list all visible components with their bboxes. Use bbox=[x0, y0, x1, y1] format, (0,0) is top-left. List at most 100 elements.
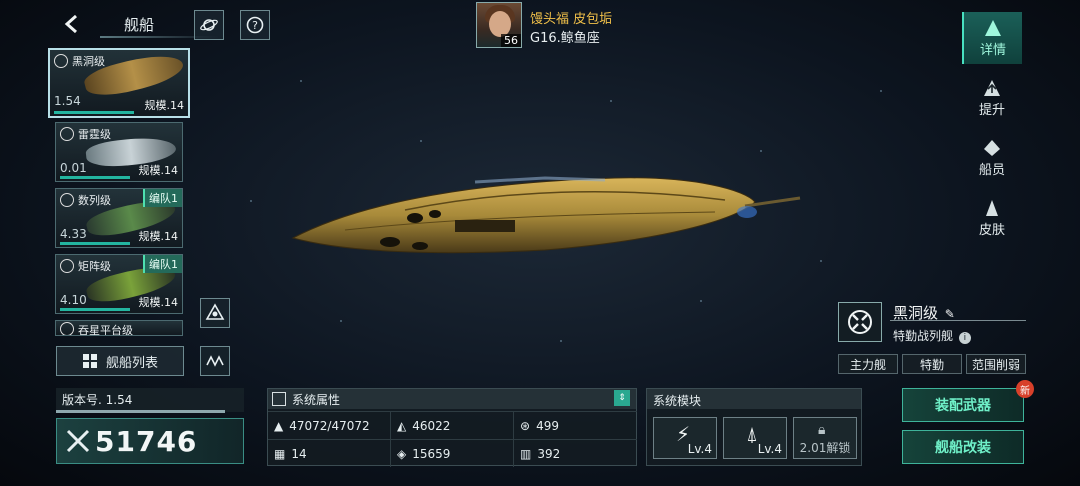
back-arrow-icon bbox=[64, 14, 77, 34]
attr-value: 392 bbox=[537, 446, 561, 461]
expand-toggle-icon[interactable]: ⇕ bbox=[614, 390, 630, 406]
ship-card-scale: 规模.14 bbox=[138, 296, 179, 309]
ship-card-scale: 规模.14 bbox=[138, 164, 179, 177]
module-level: Lv.4 bbox=[687, 442, 712, 456]
combat-power: 51746 bbox=[56, 418, 244, 464]
checker-icon: ▦ bbox=[274, 446, 286, 461]
tab-crew[interactable]: 船员 bbox=[962, 132, 1022, 184]
ship-type-icon bbox=[60, 193, 74, 207]
ship-card-name: 黑洞级 bbox=[72, 55, 105, 68]
tab-details[interactable]: 详情 bbox=[962, 12, 1022, 64]
ship-emblem bbox=[838, 302, 882, 342]
cargo-icon: ▥ bbox=[520, 446, 532, 461]
attr-value: 47072/47072 bbox=[289, 418, 370, 433]
ship-card-scale: 规模.14 bbox=[144, 99, 185, 112]
version-progress bbox=[56, 410, 225, 413]
tab-upgrade[interactable]: 提升 bbox=[962, 72, 1022, 124]
energy-icon: ◈ bbox=[397, 446, 407, 461]
tab-label: 皮肤 bbox=[978, 222, 1005, 238]
ship-type-icon bbox=[60, 127, 74, 141]
ship-modify-button[interactable]: 舰船改装 bbox=[902, 430, 1024, 464]
ship-card-bar bbox=[54, 111, 134, 114]
galaxy-button[interactable] bbox=[194, 10, 224, 40]
modules-panel: 系统模块 ⚡ Lv.4 ⍋ Lv.4 🔒︎ 2.01解锁 bbox=[646, 388, 862, 466]
ship-card-starswallow[interactable]: 吞星平台级 bbox=[55, 320, 183, 336]
attr-speed: ▦ 14 bbox=[268, 439, 391, 467]
crossed-swords-icon bbox=[66, 429, 90, 453]
ship-card-value: 4.10 bbox=[60, 293, 87, 307]
module-slot-2[interactable]: ⍋ Lv.4 bbox=[723, 417, 787, 459]
ship-type-icon bbox=[60, 259, 74, 273]
armor-icon: ◭ bbox=[397, 418, 407, 433]
missile-module-icon: ⍋ bbox=[746, 422, 758, 446]
ship-card-matrix[interactable]: 矩阵级 编队1 4.10 规模.14 bbox=[55, 254, 183, 314]
ship-card-bar bbox=[60, 242, 130, 245]
module-slot-3[interactable]: 🔒︎ 2.01解锁 bbox=[793, 417, 857, 459]
grid-icon bbox=[82, 354, 97, 368]
attributes-header: 系统属性 ⇕ bbox=[268, 389, 636, 409]
commander-level: 56 bbox=[501, 34, 521, 47]
fleet-list-button[interactable]: 舰船列表 bbox=[56, 346, 184, 376]
ship-card-value: 1.54 bbox=[54, 94, 81, 108]
attr-armor: ◭ 46022 bbox=[391, 411, 514, 439]
page-title: 舰船 bbox=[124, 16, 155, 34]
lock-icon: 🔒︎ bbox=[818, 422, 826, 438]
attributes-panel: 系统属性 ⇕ ▲ 47072/47072 ◭ 46022 ⊛ 499 ▦ 14 ◈ 156… bbox=[267, 388, 637, 467]
ship-model[interactable] bbox=[285, 160, 805, 260]
ship-card-bar bbox=[60, 176, 130, 179]
attr-hp: ▲ 47072/47072 bbox=[268, 411, 391, 439]
svg-text:?: ? bbox=[252, 19, 258, 32]
attr-value: 14 bbox=[291, 446, 307, 461]
combat-power-value: 51746 bbox=[95, 424, 198, 458]
shield-icon: ⊛ bbox=[520, 418, 531, 433]
ship-card-name: 矩阵级 bbox=[78, 260, 111, 273]
module-slot-1[interactable]: ⚡ Lv.4 bbox=[653, 417, 717, 459]
crosshair-icon bbox=[848, 310, 872, 334]
ship-name-divider bbox=[890, 320, 1026, 321]
formation-button[interactable] bbox=[200, 298, 230, 328]
back-button[interactable] bbox=[52, 8, 92, 40]
team-badge: 编队1 bbox=[143, 255, 182, 273]
upgrade-icon bbox=[984, 79, 1000, 96]
module-unlock-text: 2.01解锁 bbox=[799, 441, 851, 455]
ship-tag: 范围削弱 bbox=[966, 354, 1026, 374]
planet-icon bbox=[200, 19, 218, 31]
ship-card-bar bbox=[60, 308, 130, 311]
ship-type-icon bbox=[60, 322, 74, 335]
ship-card-value: 0.01 bbox=[60, 161, 87, 175]
tab-label: 提升 bbox=[978, 102, 1005, 118]
crew-icon bbox=[984, 139, 1000, 156]
ship-card-value: 4.33 bbox=[60, 227, 87, 241]
question-icon: ? bbox=[246, 16, 264, 34]
attr-value: 46022 bbox=[412, 418, 451, 433]
ship-tag: 主力舰 bbox=[838, 354, 898, 374]
attr-shield: ⊛ 499 bbox=[514, 411, 637, 439]
skin-icon bbox=[986, 199, 998, 216]
tab-skin[interactable]: 皮肤 bbox=[962, 192, 1022, 244]
ship-card-name: 数列级 bbox=[78, 194, 111, 207]
attr-energy: ◈ 15659 bbox=[391, 439, 514, 467]
fleet-stats-button[interactable] bbox=[200, 346, 230, 376]
team-badge: 编队1 bbox=[143, 189, 182, 207]
modules-title: 系统模块 bbox=[647, 389, 861, 409]
commander-location: G16.鲸鱼座 bbox=[530, 31, 600, 46]
attributes-title: 系统属性 bbox=[292, 392, 341, 407]
ship-class-text: 特勤战列舰 bbox=[893, 329, 954, 343]
equip-weapons-button[interactable]: 装配武器 bbox=[902, 388, 1024, 422]
ship-card-thunder[interactable]: 雷霆级 0.01 规模.14 bbox=[55, 122, 183, 182]
commander-name: 馒头福 皮包垢 bbox=[530, 12, 613, 27]
ship-tag: 特勤 bbox=[902, 354, 962, 374]
ship-type-icon bbox=[54, 54, 68, 68]
wave-icon bbox=[206, 355, 224, 367]
ship-card-name: 雷霆级 bbox=[78, 128, 111, 141]
edit-icon[interactable]: ✎ bbox=[945, 307, 955, 321]
info-icon[interactable]: i bbox=[958, 332, 971, 344]
ship-card-sequence[interactable]: 数列级 编队1 4.33 规模.14 bbox=[55, 188, 183, 248]
help-button[interactable]: ? bbox=[240, 10, 270, 40]
ship-card-scale: 规模.14 bbox=[138, 230, 179, 243]
ship-card-blackhole[interactable]: 黑洞级 1.54 规模.14 bbox=[48, 48, 190, 118]
fleet-list-label: 舰船列表 bbox=[105, 355, 158, 371]
commander-avatar[interactable]: 56 bbox=[476, 2, 522, 48]
attr-cargo: ▥ 392 bbox=[514, 439, 637, 467]
tab-label: 船员 bbox=[978, 162, 1005, 178]
